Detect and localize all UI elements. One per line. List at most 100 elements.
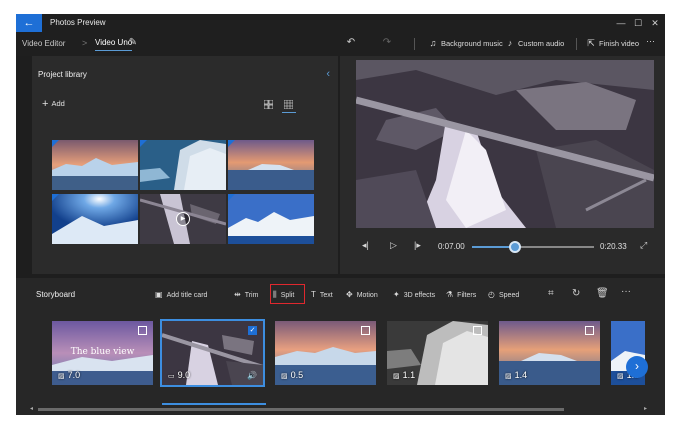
custom-audio-button[interactable]: ♪ Custom audio xyxy=(505,38,565,48)
large-grid-view-icon[interactable] xyxy=(284,100,293,109)
trash-icon: 🗑 xyxy=(596,288,609,299)
play-icon: ▷ xyxy=(390,240,397,250)
snowy-mountains-image xyxy=(228,194,314,244)
trim-button[interactable]: ⇹ Trim xyxy=(234,290,258,299)
fullscreen-button[interactable]: ⤢ xyxy=(640,240,647,251)
forward-button[interactable]: |▸ xyxy=(414,240,421,251)
selected-clip-indicator xyxy=(162,403,266,405)
add-title-card-button[interactable]: ▣ Add title card xyxy=(155,290,207,299)
motion-label: Motion xyxy=(356,292,378,299)
filters-button[interactable]: ⚗ Filters xyxy=(446,290,476,299)
close-button[interactable]: ✕ xyxy=(647,16,663,30)
clip-duration: ▨ 1.1 xyxy=(393,370,415,380)
pencil-icon: ✎ xyxy=(128,37,138,48)
storyboard-clip[interactable]: ▨ 1.4 xyxy=(499,321,600,385)
motion-button[interactable]: ✥ Motion xyxy=(346,290,378,299)
music-note-icon: ♫ xyxy=(429,38,437,48)
library-thumbnail[interactable] xyxy=(228,194,314,244)
minimize-button[interactable]: — xyxy=(613,16,629,30)
close-icon: ✕ xyxy=(651,18,659,28)
chevron-left-icon: ‹ xyxy=(326,68,330,80)
image-icon: ▨ xyxy=(58,373,65,380)
play-icon: ▶ xyxy=(176,212,190,226)
library-thumbnail[interactable] xyxy=(52,140,138,190)
waterfall-frame-image xyxy=(356,60,654,228)
library-thumbnail[interactable] xyxy=(228,140,314,190)
video-preview-panel: ◂| ▷ |▸ 0:07.00 0:20.33 ⤢ xyxy=(340,56,665,274)
3d-effects-button[interactable]: ✦ 3D effects xyxy=(393,290,435,299)
current-time: 0:07.00 xyxy=(438,242,465,251)
custom-audio-label: Custom audio xyxy=(518,39,565,48)
image-icon: ▨ xyxy=(281,373,288,380)
image-icon: ▨ xyxy=(505,373,512,380)
add-button[interactable]: + Add xyxy=(42,98,65,110)
custom-audio-icon: ♪ xyxy=(507,38,513,48)
scroll-next-button[interactable]: › xyxy=(626,356,648,378)
end-time: 0:20.33 xyxy=(600,242,627,251)
breadcrumb-separator: > xyxy=(82,38,88,48)
storyboard-clip[interactable]: ▨ 0.5 xyxy=(275,321,376,385)
trim-label: Trim xyxy=(244,292,259,299)
small-grid-view-icon[interactable] xyxy=(264,100,273,109)
library-used-marker xyxy=(140,140,147,147)
clip-duration: ▨ 1.4 xyxy=(505,370,527,380)
redo-button[interactable]: ↷ xyxy=(380,36,394,50)
maximize-button[interactable]: ☐ xyxy=(630,16,646,30)
storyboard-clip[interactable]: ▨ 1.1 xyxy=(387,321,488,385)
storyboard-scrollbar[interactable]: ◂ ▸ xyxy=(30,406,647,412)
filters-icon: ⚗ xyxy=(446,290,454,299)
play-button[interactable]: ▷ xyxy=(390,240,397,251)
plus-icon: + xyxy=(42,98,49,110)
clip-duration-value: 0.5 xyxy=(290,370,304,380)
library-used-marker xyxy=(228,140,235,147)
volume-button[interactable]: 🔊 xyxy=(247,371,257,380)
clip-checkbox[interactable] xyxy=(361,326,370,335)
seek-bar[interactable] xyxy=(472,241,594,253)
collapse-library-button[interactable]: ‹ xyxy=(326,68,330,80)
seek-handle[interactable] xyxy=(508,241,521,253)
toolbar-divider xyxy=(414,38,415,50)
rotate-button[interactable]: ↻ xyxy=(572,288,580,299)
undo-icon: ↶ xyxy=(346,37,356,48)
text-icon: T xyxy=(311,290,316,299)
library-thumbnail[interactable] xyxy=(52,194,138,244)
clip-checkbox[interactable] xyxy=(138,326,147,335)
maximize-icon: ☐ xyxy=(633,18,643,28)
clip-duration-value: 1.1 xyxy=(402,370,416,380)
breadcrumb-video-editor[interactable]: Video Editor xyxy=(22,39,65,48)
toolbar-divider xyxy=(576,38,577,50)
undo-button[interactable]: ↶ xyxy=(344,36,358,50)
library-thumbnail[interactable]: ▶ xyxy=(140,194,226,244)
storyboard-clip[interactable]: The blue view ▨ 7.0 xyxy=(52,321,153,385)
clip-checkbox[interactable] xyxy=(473,326,482,335)
clip-duration-value: 9.0 xyxy=(177,370,191,380)
video-frame[interactable] xyxy=(356,60,654,228)
project-library-title: Project library xyxy=(38,70,87,79)
resize-button[interactable]: ⌗ xyxy=(548,288,554,299)
scroll-left-icon[interactable]: ◂ xyxy=(30,405,33,412)
active-view-indicator xyxy=(282,112,296,113)
skip-back-icon: ◂| xyxy=(362,240,369,250)
storyboard-more-button[interactable]: ··· xyxy=(621,286,631,297)
delete-button[interactable]: 🗑 xyxy=(596,288,609,299)
speed-button[interactable]: ◴ Speed xyxy=(488,290,519,299)
split-highlight-box xyxy=(270,284,305,304)
more-options-button[interactable]: ··· xyxy=(646,36,655,46)
text-label: Text xyxy=(319,292,333,299)
scrollbar-thumb[interactable] xyxy=(38,408,564,411)
clip-checkbox[interactable]: ✓ xyxy=(248,326,257,335)
finish-video-button[interactable]: ⇱ Finish video xyxy=(586,38,639,49)
edit-name-button[interactable]: ✎ xyxy=(126,36,140,50)
clip-checkbox[interactable] xyxy=(585,326,594,335)
video-icon: ▭ xyxy=(168,373,175,380)
icebergs-sunset-image xyxy=(52,140,138,190)
library-thumbnail[interactable] xyxy=(140,140,226,190)
background-music-button[interactable]: ♫ Background music xyxy=(428,38,503,48)
3d-effects-icon: ✦ xyxy=(393,290,400,299)
text-button[interactable]: T Text xyxy=(311,290,333,299)
expand-icon: ⤢ xyxy=(640,240,648,250)
back-button[interactable]: ← xyxy=(16,14,42,32)
scroll-right-icon[interactable]: ▸ xyxy=(644,405,647,412)
rewind-button[interactable]: ◂| xyxy=(362,240,369,251)
storyboard-clip-selected[interactable]: ✓ ▭ 9.0 🔊 xyxy=(160,319,265,387)
